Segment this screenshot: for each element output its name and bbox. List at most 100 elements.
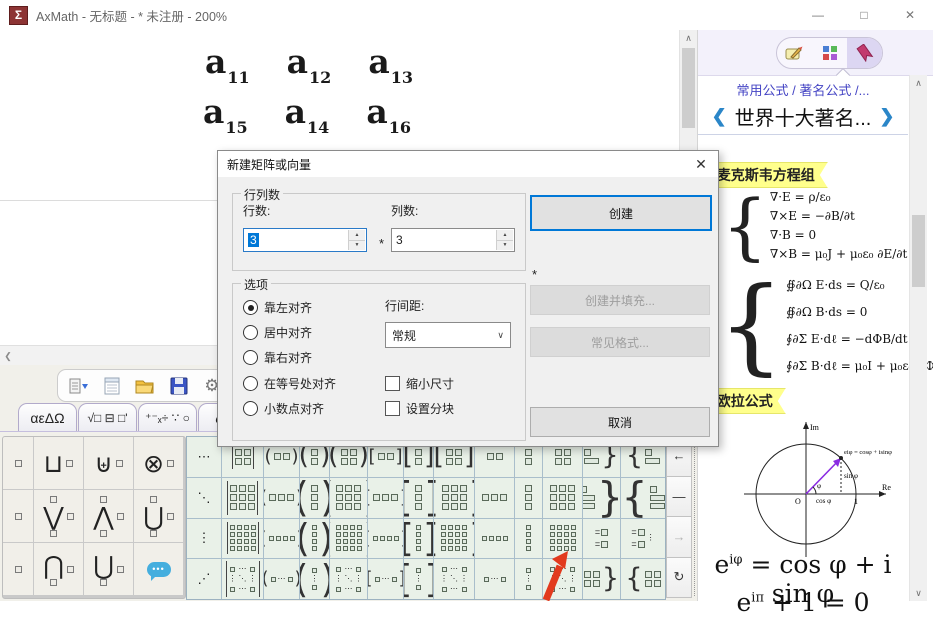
matrix-template[interactable]: () — [264, 478, 299, 518]
matrix-template[interactable]: () — [300, 519, 329, 559]
breadcrumb[interactable]: 常用公式 / 著名公式 /... — [698, 80, 908, 99]
partial-symbol-button[interactable] — [3, 437, 33, 489]
tab-greek-symbols[interactable]: αεΔΩ — [18, 403, 77, 432]
matrix-template[interactable]: { — [621, 559, 665, 599]
matrix-template[interactable]: ⋯ — [187, 437, 221, 477]
matrix-template[interactable]: [⋮] — [404, 559, 433, 599]
matrix-template[interactable] — [222, 478, 263, 518]
brace: { — [722, 194, 768, 259]
create-and-fill-button[interactable]: 创建并填充... — [530, 285, 710, 315]
scrollbar-thumb[interactable] — [912, 215, 925, 287]
dash-button[interactable]: — — [666, 476, 692, 518]
big-vee-button[interactable]: ⋁ — [34, 490, 83, 542]
scroll-up-icon[interactable]: ∧ — [910, 75, 927, 91]
matrix-template[interactable]: [⋯] — [368, 559, 403, 599]
next-page-icon[interactable]: ❯ — [879, 106, 894, 127]
euler-unit-circle-diagram[interactable]: Im Re O 1 φ cos φ sin φ eiφ = cosφ + isi… — [736, 412, 896, 563]
matrix-template[interactable]: [⋯⋮⋱⋮⋯] — [434, 559, 474, 599]
close-button[interactable]: ✕ — [887, 0, 933, 30]
matrix-template[interactable] — [515, 478, 542, 518]
scroll-left-icon[interactable]: ❮ — [0, 351, 16, 362]
dialog-close-button[interactable]: ✕ — [690, 154, 712, 174]
palette-side-buttons: ←—→↻ — [666, 436, 692, 598]
checkbox-shrink-size[interactable]: 缩小尺寸 — [385, 375, 454, 392]
matrix-template[interactable]: [] — [404, 519, 433, 559]
maxwell-differential-group[interactable]: { ∇·E = ρ/ε₀∇×E = −∂B/∂t∇·B = 0∇×B = μ₀J… — [722, 188, 907, 264]
new-file-button[interactable] — [98, 373, 126, 399]
matrix-template[interactable] — [475, 519, 514, 559]
tab-templates[interactable]: √□ ⊟ □' — [78, 403, 137, 432]
minimize-button[interactable]: — — [795, 0, 841, 30]
matrix-template[interactable]: [] — [434, 519, 474, 559]
menu-button[interactable] — [65, 373, 93, 399]
rows-spinner[interactable]: ▲ ▼ — [348, 230, 365, 250]
times-label: * — [379, 236, 384, 251]
cancel-button[interactable]: 取消 — [530, 407, 710, 437]
scrollbar-thumb[interactable] — [682, 48, 695, 128]
cols-spinner[interactable]: ▲ ▼ — [496, 230, 513, 250]
euler-identity[interactable]: eiπ + 1 = 0 — [698, 588, 908, 617]
partial-symbol-button[interactable] — [3, 490, 33, 542]
bookmark-icon[interactable] — [847, 38, 882, 68]
matrix-template[interactable]: [] — [368, 478, 403, 518]
handwriting-input-icon[interactable] — [777, 38, 812, 68]
radio-align-at-equals[interactable]: 在等号处对齐 — [243, 375, 336, 392]
maximize-button[interactable]: □ — [841, 0, 887, 30]
radio-align-right[interactable]: 靠右对齐 — [243, 349, 312, 366]
matrix-template[interactable] — [543, 478, 582, 518]
radio-align-center[interactable]: 居中对齐 — [243, 324, 312, 341]
matrix-template[interactable]: [] — [434, 478, 474, 518]
matrix-template[interactable]: (⋯) — [264, 559, 299, 599]
circled-times-button[interactable]: ⊗ — [134, 437, 183, 489]
matrix-template[interactable]: } — [583, 478, 620, 518]
big-union-button[interactable]: ⋃ — [84, 543, 133, 595]
open-file-button[interactable] — [131, 373, 159, 399]
spinner-up-icon: ▲ — [497, 230, 513, 241]
right-arrow-button[interactable]: → — [666, 516, 692, 558]
big-wedge-button[interactable]: ⋀ — [84, 490, 133, 542]
matrix-template[interactable]: ⋯ — [475, 559, 514, 599]
partial-symbol-button[interactable] — [3, 543, 33, 595]
radio-align-left[interactable]: 靠左对齐 — [243, 299, 312, 316]
matrix-template[interactable] — [475, 478, 514, 518]
radio-align-decimal[interactable]: 小数点对齐 — [243, 400, 324, 417]
matrix-template[interactable]: [] — [368, 519, 403, 559]
matrix-template[interactable]: { — [621, 478, 665, 518]
multiset-union-button[interactable]: ⊎ — [84, 437, 133, 489]
matrix-template[interactable]: == — [583, 519, 620, 559]
tab-operators[interactable]: ⁺⁻ₓ÷ ∵ ○ — [138, 403, 197, 432]
panel-separator — [694, 438, 695, 596]
big-intersection-button[interactable]: ⋂ — [34, 543, 83, 595]
sidebar-scrollbar[interactable]: ∧ ∨ — [909, 75, 927, 601]
scroll-down-icon[interactable]: ∨ — [910, 585, 927, 601]
big-union-limits-button[interactable]: ⋃ — [134, 490, 183, 542]
matrix-template[interactable]: ⋰ — [187, 559, 221, 599]
matrix-template[interactable]: () — [264, 519, 299, 559]
matrix-template[interactable]: () — [330, 478, 367, 518]
matrix-template[interactable]: ⋮ — [187, 519, 221, 559]
rotate-arrow-button[interactable]: ↻ — [666, 557, 692, 599]
symbol-grid-icon[interactable] — [812, 38, 847, 68]
matrix-template[interactable]: [] — [404, 478, 433, 518]
matrix-template[interactable]: (⋯⋮⋱⋮⋯) — [330, 559, 367, 599]
matrix-template[interactable]: ⋯⋮⋱⋮⋯ — [222, 559, 263, 599]
square-cup-button[interactable]: ⊔ — [34, 437, 83, 489]
save-button[interactable] — [165, 373, 193, 399]
cols-input[interactable]: 3 ▲ ▼ — [391, 228, 515, 252]
checkbox-set-blocks[interactable]: 设置分块 — [385, 400, 454, 417]
matrix-template[interactable]: (⋮) — [300, 559, 329, 599]
matrix-template[interactable]: ⋱ — [187, 478, 221, 518]
rows-input[interactable]: 3 ▲ ▼ — [243, 228, 367, 252]
matrix-template[interactable]: ==⋮ — [621, 519, 665, 559]
comment-bubble-button[interactable]: ••• — [134, 543, 183, 595]
maxwell-integral-group[interactable]: { ∯∂Ω E·ds = Q/ε₀∯∂Ω B·ds = 0∮∂Σ E·dℓ = … — [718, 272, 933, 380]
row-spacing-select[interactable]: 常规 ∨ — [385, 322, 511, 348]
matrix-template[interactable]: } — [583, 559, 620, 599]
common-formats-button[interactable]: 常见格式... — [530, 327, 710, 357]
scroll-up-icon[interactable]: ∧ — [680, 30, 697, 46]
matrix-template[interactable]: () — [330, 519, 367, 559]
prev-page-icon[interactable]: ❮ — [712, 106, 727, 127]
matrix-template[interactable]: () — [300, 478, 329, 518]
matrix-template[interactable] — [222, 519, 263, 559]
create-button[interactable]: 创建 — [530, 195, 712, 231]
